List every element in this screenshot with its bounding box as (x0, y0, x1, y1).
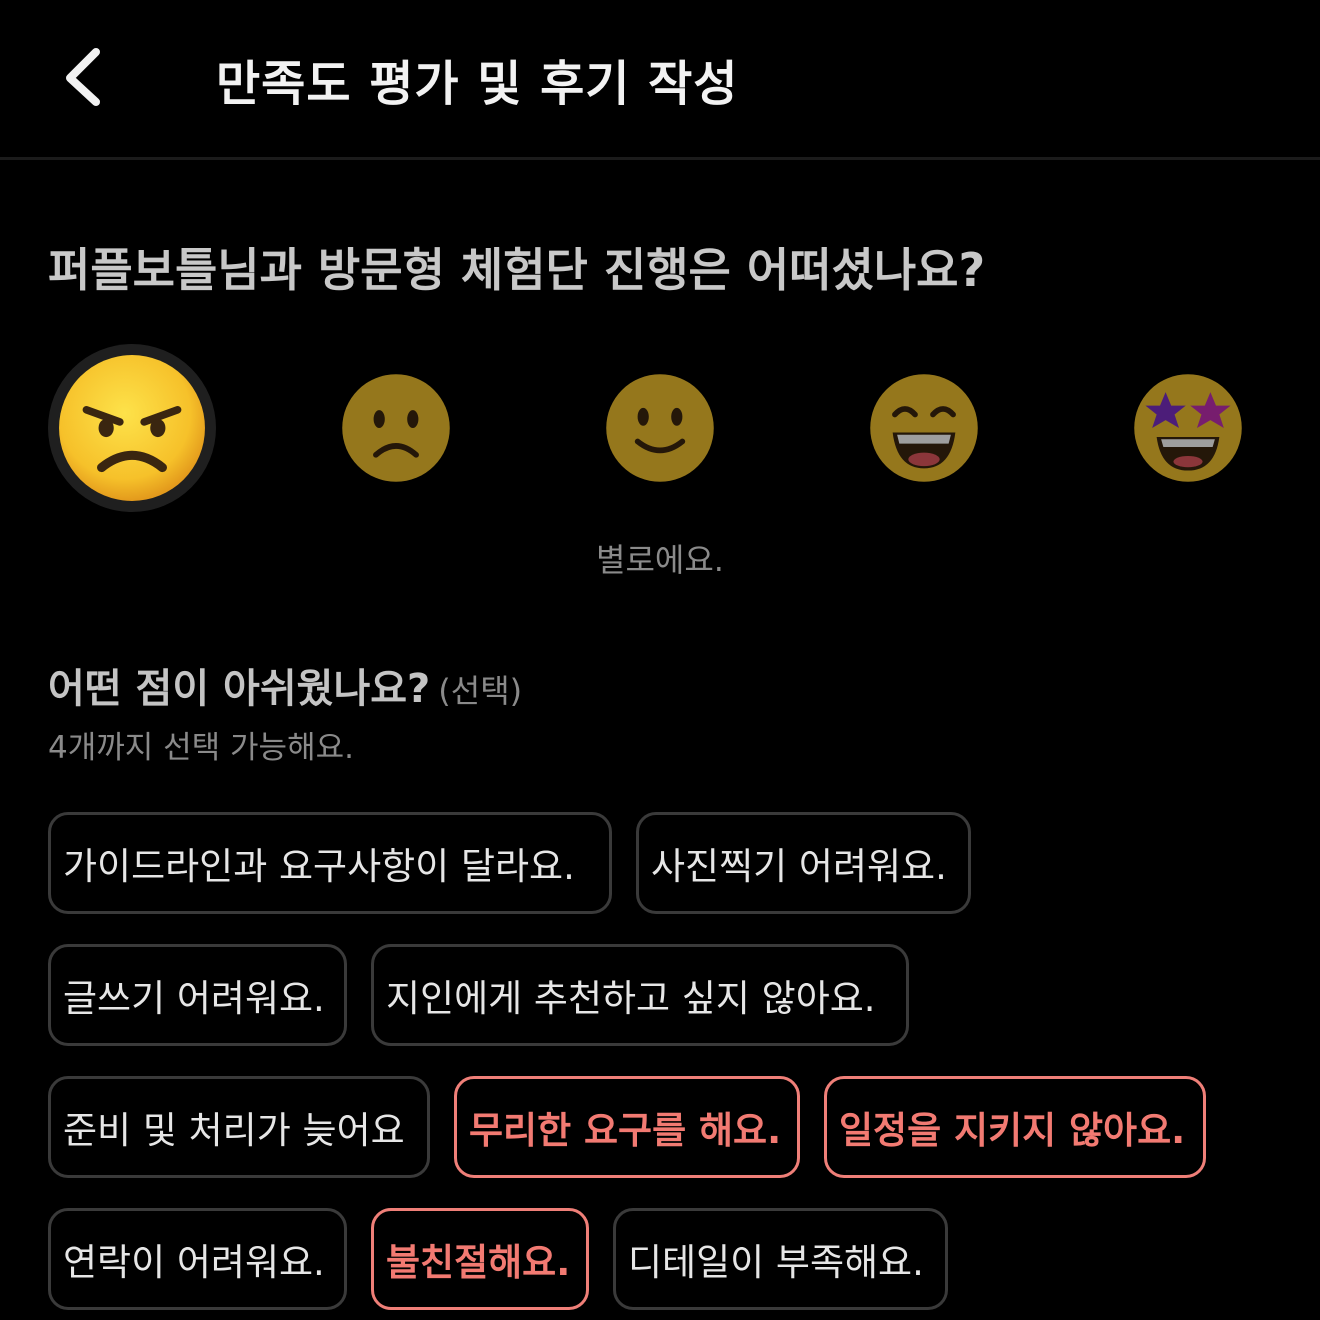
optional-tag: (선택) (438, 672, 523, 710)
satisfaction-question: 퍼플보틀님과 방문형 체험단 진행은 어떠셨나요? (48, 243, 986, 297)
rating-star-struck-button[interactable] (1132, 372, 1244, 484)
chip-unkind[interactable]: 불친절해요. (371, 1208, 589, 1310)
chip-hard-to-write[interactable]: 글쓰기 어려워요. (48, 944, 347, 1046)
chip-label: 디테일이 부족해요. (628, 1241, 924, 1284)
chip-label: 일정을 지키지 않아요. (839, 1109, 1186, 1152)
chip-label: 불친절해요. (386, 1241, 571, 1284)
grinning-face-icon (870, 374, 978, 482)
page-title: 만족도 평가 및 후기 작성 (216, 56, 739, 112)
chip-slow-processing[interactable]: 준비 및 처리가 늦어요 (48, 1076, 430, 1178)
chevron-left-icon (66, 48, 100, 106)
rating-frowning-button[interactable] (340, 372, 452, 484)
chip-missed-schedule[interactable]: 일정을 지키지 않아요. (824, 1076, 1206, 1178)
feedback-question-text: 어떤 점이 아쉬웠나요? (48, 666, 431, 712)
chip-label: 무리한 요구를 해요. (469, 1109, 782, 1152)
app-header: 만족도 평가 및 후기 작성 (0, 0, 1320, 160)
angry-face-icon (59, 355, 205, 501)
star-struck-face-icon (1134, 374, 1242, 482)
chip-not-recommend[interactable]: 지인에게 추천하고 싶지 않아요. (371, 944, 909, 1046)
chip-label: 글쓰기 어려워요. (63, 977, 325, 1020)
header-divider (0, 157, 1320, 160)
selection-hint: 4개까지 선택 가능해요. (48, 730, 354, 766)
chip-unreasonable-demands[interactable]: 무리한 요구를 해요. (454, 1076, 800, 1178)
chip-label: 가이드라인과 요구사항이 달라요. (63, 845, 575, 888)
chip-hard-to-photograph[interactable]: 사진찍기 어려워요. (636, 812, 971, 914)
frowning-face-icon (342, 374, 450, 482)
chip-lacks-detail[interactable]: 디테일이 부족해요. (613, 1208, 948, 1310)
rating-angry-button[interactable] (56, 352, 208, 504)
rating-label: 별로에요. (596, 541, 724, 579)
back-button[interactable] (48, 36, 124, 116)
chip-label: 연락이 어려워요. (63, 1241, 325, 1284)
rating-grinning-button[interactable] (868, 372, 980, 484)
chip-guideline-mismatch[interactable]: 가이드라인과 요구사항이 달라요. (48, 812, 612, 914)
chip-label: 지인에게 추천하고 싶지 않아요. (386, 977, 876, 1020)
slightly-smiling-face-icon (606, 374, 714, 482)
rating-smiling-button[interactable] (604, 372, 716, 484)
chip-hard-to-contact[interactable]: 연락이 어려워요. (48, 1208, 347, 1310)
chip-label: 준비 및 처리가 늦어요 (63, 1109, 405, 1152)
chip-label: 사진찍기 어려워요. (651, 845, 947, 888)
feedback-question: 어떤 점이 아쉬웠나요? (선택) (48, 656, 522, 714)
